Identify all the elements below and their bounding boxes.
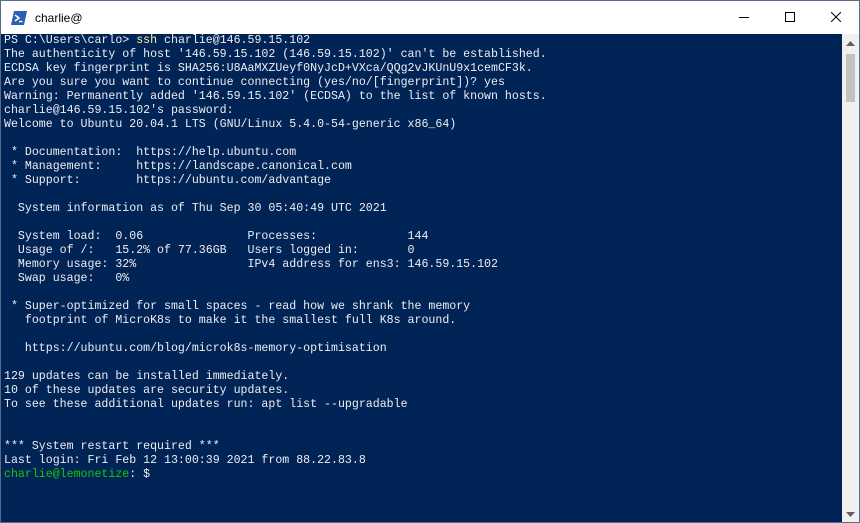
output-line: Last login: Fri Feb 12 13:00:39 2021 fro…: [4, 454, 366, 467]
close-icon: [830, 9, 842, 27]
output-line: System load: 0.06 Processes: 144: [4, 230, 429, 243]
output-line: To see these additional updates run: apt…: [4, 398, 408, 411]
output-line: https://ubuntu.com/blog/microk8s-memory-…: [4, 342, 387, 355]
output-line: charlie@146.59.15.102's password:: [4, 104, 234, 117]
output-line: * Management: https://landscape.canonica…: [4, 160, 352, 173]
output-line: *** System restart required ***: [4, 440, 220, 453]
close-button[interactable]: [813, 1, 859, 34]
console-output[interactable]: PS C:\Users\carlo> ssh charlie@146.59.15…: [1, 34, 843, 522]
output-line: The authenticity of host '146.59.15.102 …: [4, 48, 547, 61]
output-line: Warning: Permanently added '146.59.15.10…: [4, 90, 547, 103]
command-line: PS C:\Users\carlo> ssh charlie@146.59.15…: [4, 34, 310, 48]
final-prompt-line[interactable]: charlie@lemonetize: $: [4, 468, 150, 482]
minimize-icon: [739, 9, 749, 27]
prompt-user-host: charlie@lemonetize: [4, 468, 130, 481]
maximize-button[interactable]: [767, 1, 813, 34]
output-line: Usage of /: 15.2% of 77.36GB Users logge…: [4, 244, 415, 257]
output-line: * Documentation: https://help.ubuntu.com: [4, 146, 297, 159]
powershell-icon: [11, 10, 27, 26]
output-line: * Support: https://ubuntu.com/advantage: [4, 174, 331, 187]
scroll-up-button[interactable]: [842, 34, 859, 51]
output-line: footprint of MicroK8s to make it the sma…: [4, 314, 457, 327]
prompt-suffix: : $: [129, 468, 151, 481]
output-line: Welcome to Ubuntu 20.04.1 LTS (GNU/Linux…: [4, 118, 457, 131]
output-line: System information as of Thu Sep 30 05:4…: [4, 202, 387, 215]
command-args: charlie@146.59.15.102: [157, 34, 311, 47]
command-name: ssh: [136, 34, 158, 47]
output-line: Memory usage: 32% IPv4 address for ens3:…: [4, 258, 498, 271]
vertical-scrollbar[interactable]: [842, 34, 859, 522]
maximize-icon: [785, 9, 795, 27]
output-line: 129 updates can be installed immediately…: [4, 370, 290, 383]
scroll-down-arrow-icon: [846, 505, 855, 523]
scroll-up-arrow-icon: [846, 34, 855, 52]
minimize-button[interactable]: [721, 1, 767, 34]
scroll-down-button[interactable]: [842, 505, 859, 522]
output-line: Are you sure you want to continue connec…: [4, 76, 505, 89]
window-controls: [721, 1, 859, 34]
terminal-window: charlie@ PS C:\Users\carlo> ssh charlie@…: [0, 0, 860, 523]
output-line: Swap usage: 0%: [4, 272, 130, 285]
shell-prompt: PS C:\Users\carlo>: [4, 34, 137, 47]
output-line: 10 of these updates are security updates…: [4, 384, 290, 397]
scroll-thumb[interactable]: [846, 54, 855, 102]
output-line: * Super-optimized for small spaces - rea…: [4, 300, 471, 313]
output-line: ECDSA key fingerprint is SHA256:U8AaMXZU…: [4, 62, 533, 75]
window-title: charlie@: [35, 10, 83, 25]
title-bar[interactable]: charlie@: [1, 1, 859, 34]
